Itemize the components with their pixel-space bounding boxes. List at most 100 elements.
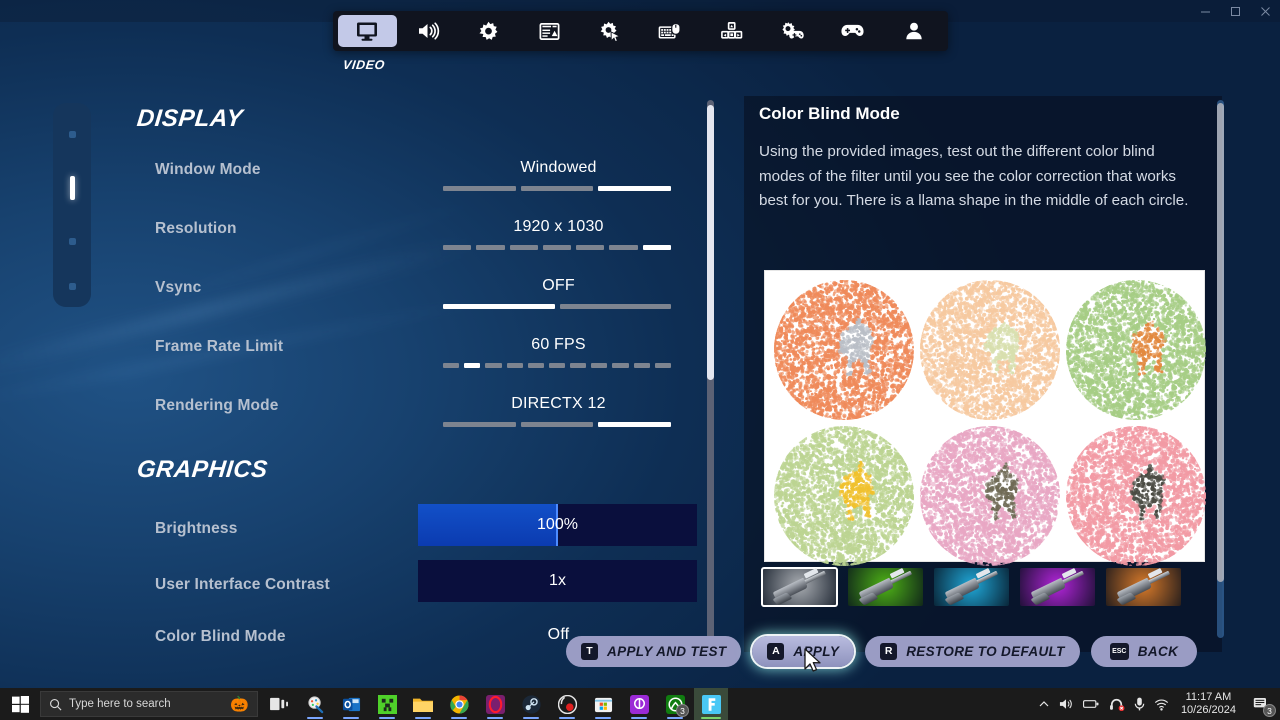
segment[interactable]	[654, 363, 671, 368]
rarity-legendary[interactable]	[1106, 568, 1181, 606]
tab-game[interactable]	[459, 15, 518, 47]
segment[interactable]	[570, 363, 587, 368]
segment[interactable]	[548, 363, 566, 368]
segment-track[interactable]	[443, 304, 671, 309]
detail-scrollbar[interactable]	[1217, 100, 1224, 638]
chevron-up-icon[interactable]	[1038, 698, 1050, 710]
segment[interactable]	[443, 363, 460, 368]
setting-row-vsync[interactable]: Vsync OFF	[136, 265, 701, 324]
settings-scrollbar-thumb[interactable]	[707, 105, 714, 380]
tab-account[interactable]	[884, 15, 943, 47]
taskbar-fortnite[interactable]	[694, 688, 728, 720]
tab-brightness-hud[interactable]	[520, 15, 579, 47]
segment-track[interactable]	[443, 363, 671, 368]
tab-controller-config[interactable]	[763, 15, 822, 47]
rail-item-1[interactable]	[68, 131, 76, 138]
volume-icon[interactable]	[1059, 697, 1074, 711]
clock[interactable]: 11:17 AM 10/26/2024	[1178, 691, 1239, 718]
minecraft-icon	[377, 694, 397, 714]
segment[interactable]	[443, 245, 472, 250]
setting-row-resolution[interactable]: Resolution 1920 x 1030	[136, 206, 701, 265]
rail-item-2-active[interactable]	[69, 176, 75, 200]
segment[interactable]	[443, 422, 516, 427]
system-tray[interactable]: 11:17 AM 10/26/2024 3	[1038, 691, 1280, 718]
tab-creative[interactable]	[702, 15, 761, 47]
microphone-icon[interactable]	[1134, 697, 1145, 711]
start-button[interactable]	[0, 688, 40, 720]
segment[interactable]	[576, 245, 605, 250]
search-input[interactable]: Type here to search 🎃	[40, 691, 258, 717]
windows-taskbar[interactable]: Type here to search 🎃 3 11:17 AM 10/26/2…	[0, 688, 1280, 720]
headset-muted-icon[interactable]	[1109, 698, 1125, 711]
rarity-epic[interactable]	[1020, 568, 1095, 606]
taskbar-app-buttons[interactable]: 3	[262, 688, 728, 720]
segment[interactable]	[527, 363, 544, 368]
segment[interactable]	[520, 422, 594, 427]
taskbar-file-explorer[interactable]	[406, 688, 440, 720]
restore-to-default-button[interactable]: R RESTORE TO DEFAULT	[865, 635, 1080, 667]
tab-input[interactable]	[581, 15, 640, 47]
section-rail[interactable]	[53, 103, 91, 307]
taskbar-paint-3d[interactable]	[298, 688, 332, 720]
taskbar-chrome[interactable]	[442, 688, 476, 720]
segment-track[interactable]	[443, 245, 671, 250]
rarity-uncommon[interactable]	[848, 568, 923, 606]
tab-audio[interactable]	[399, 15, 458, 47]
rail-item-3[interactable]	[68, 238, 76, 245]
ui-contrast-slider[interactable]: 1x	[418, 560, 697, 602]
action-button-bar[interactable]: T APPLY AND TEST A APPLY R RESTORE TO DEFAULT…	[566, 635, 1198, 667]
segment[interactable]	[559, 304, 671, 309]
battery-icon[interactable]	[1082, 698, 1100, 710]
segment[interactable]	[506, 363, 523, 368]
settings-scrollbar[interactable]	[707, 100, 714, 653]
rarity-thumbnail-strip[interactable]	[761, 567, 1202, 608]
minimize-icon[interactable]	[1190, 0, 1220, 22]
rarity-common[interactable]	[761, 567, 838, 607]
taskbar-minecraft[interactable]	[370, 688, 404, 720]
segment[interactable]	[542, 245, 572, 250]
segment-selected[interactable]	[464, 363, 481, 368]
back-button[interactable]: ESC BACK	[1090, 635, 1198, 667]
brightness-slider[interactable]: 100%	[418, 504, 697, 546]
segment[interactable]	[509, 245, 538, 250]
maximize-icon[interactable]	[1220, 0, 1250, 22]
close-icon[interactable]	[1250, 0, 1280, 22]
segment-selected[interactable]	[443, 304, 555, 309]
segment[interactable]	[612, 363, 629, 368]
notification-center-button[interactable]: 3	[1248, 691, 1276, 717]
tab-video[interactable]	[338, 15, 397, 47]
taskbar-xbox-app[interactable]: 3	[658, 688, 692, 720]
taskbar-task-view[interactable]	[262, 688, 296, 720]
taskbar-opera[interactable]	[478, 688, 512, 720]
segment[interactable]	[485, 363, 502, 368]
segment-selected[interactable]	[642, 245, 671, 250]
detail-scrollbar-thumb[interactable]	[1217, 103, 1224, 582]
segment-selected[interactable]	[598, 186, 671, 191]
tab-keyboard-controls[interactable]	[642, 15, 701, 47]
taskbar-microsoft-store[interactable]	[586, 688, 620, 720]
taskbar-steam[interactable]	[514, 688, 548, 720]
segment[interactable]	[520, 186, 594, 191]
wifi-icon[interactable]	[1154, 698, 1169, 711]
segment[interactable]	[591, 363, 608, 368]
segment-track[interactable]	[443, 422, 671, 427]
setting-row-ui-contrast[interactable]: User Interface Contrast 1x	[136, 556, 701, 612]
setting-row-rendering-mode[interactable]: Rendering Mode DIRECTX 12	[136, 383, 701, 442]
segment[interactable]	[443, 186, 516, 191]
taskbar-outlook[interactable]	[334, 688, 368, 720]
tab-controller[interactable]	[824, 15, 883, 47]
settings-category-tabs[interactable]	[333, 11, 948, 51]
taskbar-epic-games[interactable]	[622, 688, 656, 720]
rail-item-4[interactable]	[68, 283, 76, 290]
segment-selected[interactable]	[598, 422, 671, 427]
segment[interactable]	[633, 363, 650, 368]
segment-track[interactable]	[443, 186, 671, 191]
apply-and-test-button[interactable]: T APPLY AND TEST	[566, 635, 742, 667]
segment[interactable]	[476, 245, 505, 250]
setting-row-frame-rate-limit[interactable]: Frame Rate Limit 60 FPS	[136, 324, 701, 383]
rarity-rare[interactable]	[934, 568, 1009, 606]
segment[interactable]	[609, 245, 638, 250]
setting-row-window-mode[interactable]: Window Mode Windowed	[136, 147, 701, 206]
setting-row-brightness[interactable]: Brightness 100%	[136, 500, 701, 556]
taskbar-obs-studio[interactable]	[550, 688, 584, 720]
